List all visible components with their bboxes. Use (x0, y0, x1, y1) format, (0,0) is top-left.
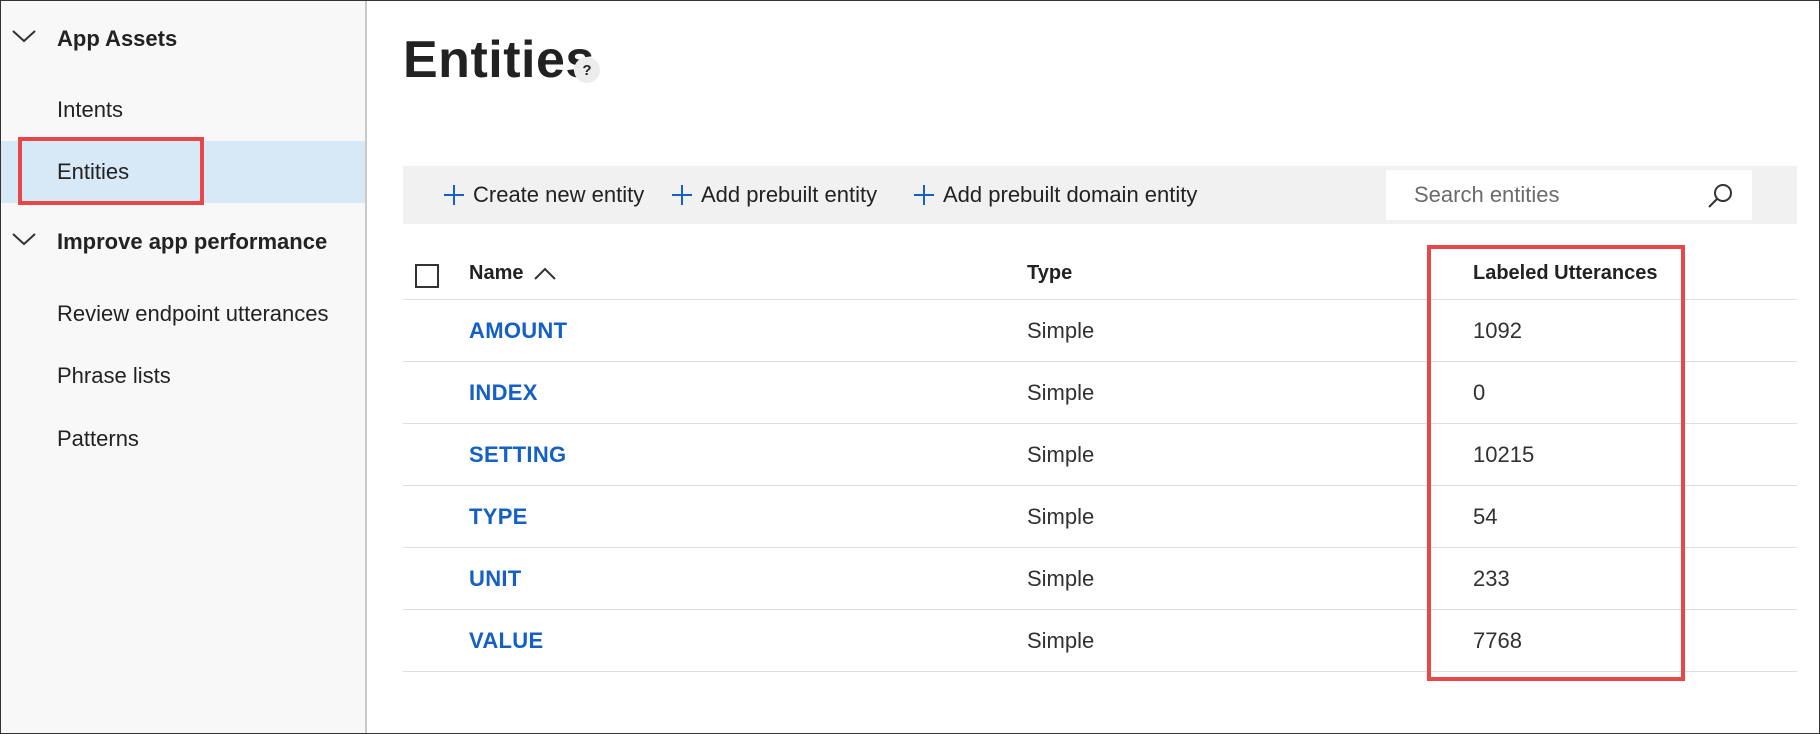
group-label: Improve app performance (57, 229, 328, 254)
plus-icon (914, 185, 934, 205)
create-new-entity-label: Create new entity (473, 182, 645, 207)
labeled-utterances-count: 1092 (1473, 318, 1522, 343)
labeled-utterances-count: 7768 (1473, 628, 1522, 653)
sidebar-item-label: Entities (57, 159, 130, 184)
table-row[interactable]: INDEX Simple 0 (403, 362, 1797, 424)
entity-name-link[interactable]: INDEX (469, 380, 538, 406)
sidebar-item-intents[interactable]: Intents (1, 79, 365, 141)
column-header-labeled-utterances[interactable]: Labeled Utterances (1473, 262, 1658, 285)
table-row[interactable]: VALUE Simple 7768 (403, 610, 1797, 672)
page-title: Entities (403, 31, 595, 89)
sidebar-item-review-endpoint-utterances[interactable]: Review endpoint utterances (1, 283, 365, 345)
table-row[interactable]: TYPE Simple 54 (403, 486, 1797, 548)
table-row[interactable]: UNIT Simple 233 (403, 548, 1797, 610)
labeled-utterances-count: 233 (1473, 566, 1510, 591)
entity-name-link[interactable]: UNIT (469, 566, 522, 592)
add-prebuilt-domain-entity-label: Add prebuilt domain entity (943, 182, 1198, 207)
entity-name-link[interactable]: TYPE (469, 504, 528, 530)
labeled-utterances-count: 0 (1473, 380, 1486, 405)
left-nav: App Assets Intents Entities Improve app … (1, 1, 367, 733)
plus-icon (672, 185, 692, 205)
column-header-name[interactable]: Name (469, 262, 523, 285)
search-input[interactable] (1412, 181, 1706, 209)
chevron-down-icon (12, 233, 36, 246)
table-row[interactable]: AMOUNT Simple 1092 (403, 300, 1797, 362)
sidebar-item-label: Phrase lists (57, 363, 171, 388)
sidebar-item-label: Patterns (57, 426, 139, 451)
entity-name-link[interactable]: SETTING (469, 442, 566, 468)
entity-type: Simple (1027, 380, 1095, 405)
sidebar-item-phrase-lists[interactable]: Phrase lists (1, 345, 365, 407)
table-header: Name Type Labeled Utterances (403, 246, 1797, 300)
entity-type: Simple (1027, 628, 1095, 653)
labeled-utterances-count: 54 (1473, 504, 1498, 529)
table-row[interactable]: SETTING Simple 10215 (403, 424, 1797, 486)
add-prebuilt-entity-button[interactable]: Add prebuilt entity (671, 166, 877, 224)
search-icon[interactable] (1706, 182, 1734, 210)
sidebar-item-label: Intents (57, 97, 124, 122)
entity-type: Simple (1027, 566, 1095, 591)
group-label: App Assets (57, 26, 178, 51)
sort-ascending-icon[interactable] (533, 266, 557, 282)
sidebar-item-patterns[interactable]: Patterns (1, 408, 365, 470)
group-improve-app-performance[interactable]: Improve app performance (1, 217, 365, 267)
sidebar-item-entities[interactable]: Entities (1, 141, 365, 203)
labeled-utterances-count: 10215 (1473, 442, 1535, 467)
group-app-assets[interactable]: App Assets (1, 14, 365, 64)
entity-name-link[interactable]: VALUE (469, 628, 543, 654)
select-all-checkbox[interactable] (415, 264, 439, 288)
entity-type: Simple (1027, 504, 1095, 529)
entity-type: Simple (1027, 318, 1095, 343)
entity-name-link[interactable]: AMOUNT (469, 318, 567, 344)
toolbar: Create new entity Add prebuilt entity Ad… (403, 166, 1797, 224)
column-header-type[interactable]: Type (1027, 262, 1072, 285)
search-box (1386, 170, 1752, 220)
add-prebuilt-domain-entity-button[interactable]: Add prebuilt domain entity (913, 166, 1197, 224)
plus-icon (444, 185, 464, 205)
chevron-down-icon (12, 30, 36, 43)
sidebar-item-label: Review endpoint utterances (57, 301, 329, 326)
add-prebuilt-entity-label: Add prebuilt entity (701, 182, 878, 207)
entity-type: Simple (1027, 442, 1095, 467)
create-new-entity-button[interactable]: Create new entity (443, 166, 644, 224)
help-icon[interactable]: ? (574, 57, 600, 83)
